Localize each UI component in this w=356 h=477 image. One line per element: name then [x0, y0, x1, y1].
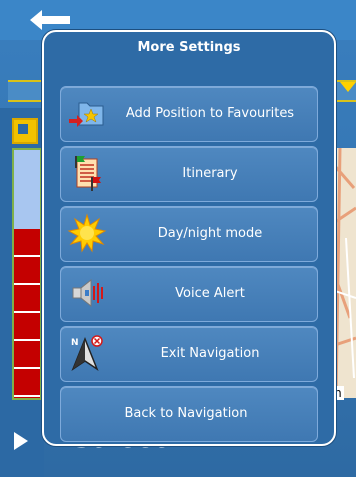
- exit-navigation-button[interactable]: N Exit Navigation: [60, 326, 318, 382]
- svg-text:N: N: [71, 338, 79, 348]
- button-label: Itinerary: [182, 166, 238, 181]
- distance-gauge: [12, 148, 42, 400]
- button-label: Exit Navigation: [160, 346, 260, 361]
- button-label: Add Position to Favourites: [125, 106, 295, 121]
- voice-alert-button[interactable]: Voice Alert: [60, 266, 318, 322]
- itinerary-button[interactable]: Itinerary: [60, 146, 318, 202]
- button-label: Back to Navigation: [124, 406, 248, 421]
- sun-icon: [67, 213, 107, 253]
- back-arrow-icon[interactable]: [28, 8, 72, 32]
- gauge-fill: [14, 229, 40, 398]
- more-settings-dialog: More Settings Add Position to Favourites…: [42, 30, 336, 446]
- exit-navigation-icon: N: [71, 335, 103, 371]
- day-night-mode-button[interactable]: Day/night mode: [60, 206, 318, 262]
- play-icon[interactable]: [14, 432, 28, 450]
- add-favourite-icon: [69, 102, 104, 127]
- dropdown-triangle-icon[interactable]: [340, 82, 356, 92]
- button-label: Day/night mode: [157, 226, 263, 241]
- gauge-indicator-icon: [12, 118, 38, 144]
- dialog-title: More Settings: [137, 40, 241, 55]
- add-position-to-favourites-button[interactable]: Add Position to Favourites: [60, 86, 318, 142]
- speaker-icon: [72, 278, 103, 308]
- itinerary-icon: [75, 156, 101, 191]
- back-to-navigation-button[interactable]: Back to Navigation: [60, 386, 318, 442]
- button-label: Voice Alert: [175, 286, 245, 301]
